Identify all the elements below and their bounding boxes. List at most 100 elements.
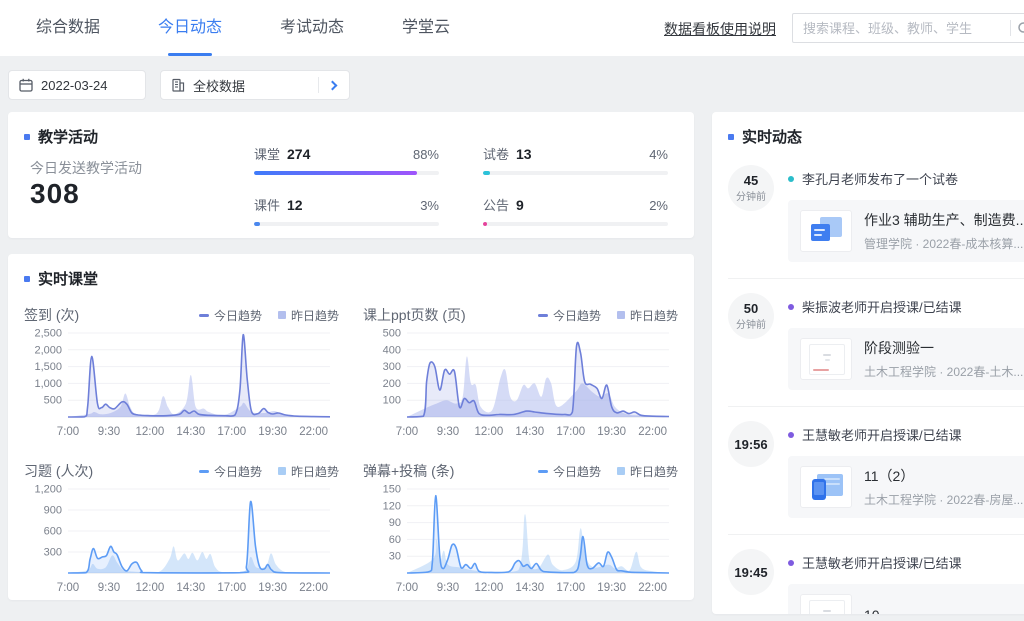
building-icon bbox=[171, 78, 185, 92]
teaching-activity-panel: 教学活动 今日发送教学活动 308 课堂27488%试卷134%课件123%公告… bbox=[8, 112, 694, 238]
legend-yesterday[interactable]: 昨日趋势 bbox=[278, 463, 339, 480]
chart-legend: 今日趋势昨日趋势 bbox=[199, 463, 339, 480]
svg-text:14:30: 14:30 bbox=[176, 426, 205, 438]
legend-yesterday[interactable]: 昨日趋势 bbox=[617, 307, 678, 324]
event-dot-icon bbox=[788, 304, 794, 310]
scope-value: 全校数据 bbox=[193, 76, 245, 95]
panel-title-text: 教学活动 bbox=[38, 126, 98, 147]
svg-text:9:30: 9:30 bbox=[98, 426, 120, 438]
svg-text:2,500: 2,500 bbox=[34, 328, 62, 340]
search-icon[interactable] bbox=[1011, 21, 1024, 36]
timeline-resource-card[interactable]: 10 bbox=[788, 584, 1024, 614]
svg-text:9:30: 9:30 bbox=[437, 426, 459, 438]
chart-legend: 今日趋势昨日趋势 bbox=[199, 307, 339, 324]
timeline-divider bbox=[728, 406, 1024, 407]
legend-square-marker bbox=[278, 467, 286, 475]
svg-text:1,200: 1,200 bbox=[34, 484, 62, 496]
svg-text:7:00: 7:00 bbox=[396, 582, 418, 594]
realtime-feed-title: 实时动态 bbox=[712, 112, 1024, 147]
search-input[interactable] bbox=[793, 21, 1010, 36]
scope-divider bbox=[318, 77, 319, 93]
timeline-resource-card[interactable]: 阶段测验一土木工程学院 · 2022春-土木... bbox=[788, 328, 1024, 390]
title-bullet bbox=[24, 276, 30, 282]
tab-today-activity[interactable]: 今日动态 bbox=[158, 0, 222, 56]
event-dot-icon bbox=[788, 560, 794, 566]
timeline-event-text: 李孔月老师发布了一个试卷 bbox=[788, 169, 1024, 188]
tab-xuetang-cloud[interactable]: 学堂云 bbox=[402, 0, 450, 56]
date-picker[interactable]: 2022-03-24 bbox=[8, 70, 146, 100]
svg-text:17:00: 17:00 bbox=[217, 582, 246, 594]
chart-checkin: 签到 (次)今日趋势昨日趋势5001,0001,5002,0002,5007:0… bbox=[24, 299, 339, 445]
chart-title: 签到 (次) bbox=[24, 305, 79, 325]
svg-text:12:00: 12:00 bbox=[135, 582, 164, 594]
realtime-classroom-title: 实时课堂 bbox=[8, 254, 694, 289]
timeline-divider bbox=[728, 278, 1024, 279]
legend-line-marker bbox=[538, 314, 548, 317]
svg-text:22:00: 22:00 bbox=[638, 582, 667, 594]
paper-docs-icon bbox=[800, 210, 852, 252]
chevron-right-icon bbox=[328, 80, 338, 90]
chart-exercises: 习题 (人次)今日趋势昨日趋势3006009001,2007:009:3012:… bbox=[24, 455, 339, 601]
svg-text:9:30: 9:30 bbox=[98, 582, 120, 594]
legend-today[interactable]: 今日趋势 bbox=[538, 463, 601, 480]
slide-red-line bbox=[813, 369, 829, 371]
activity-subtitle: 今日发送教学活动 bbox=[30, 158, 142, 178]
legend-line-marker bbox=[199, 470, 209, 473]
svg-text:7:00: 7:00 bbox=[57, 582, 79, 594]
timeline-resource-card[interactable]: 11（2）土木工程学院 · 2022春-房屋... bbox=[788, 456, 1024, 518]
svg-text:12:00: 12:00 bbox=[474, 582, 503, 594]
timeline-item: 45分钟前李孔月老师发布了一个试卷作业3 辅助生产、制造费...管理学院 · 2… bbox=[728, 157, 1024, 262]
svg-text:300: 300 bbox=[383, 361, 401, 373]
svg-text:500: 500 bbox=[383, 328, 401, 340]
svg-text:90: 90 bbox=[389, 517, 401, 529]
legend-line-marker bbox=[538, 470, 548, 473]
svg-text:17:00: 17:00 bbox=[556, 582, 585, 594]
legend-yesterday[interactable]: 昨日趋势 bbox=[617, 463, 678, 480]
timeline-resource-card[interactable]: 作业3 辅助生产、制造费...管理学院 · 2022春-成本核算... bbox=[788, 200, 1024, 262]
legend-yesterday[interactable]: 昨日趋势 bbox=[278, 307, 339, 324]
chart-title: 习题 (人次) bbox=[24, 461, 93, 481]
doc-line bbox=[814, 234, 822, 236]
chart-title: 课上ppt页数 (页) bbox=[363, 305, 466, 325]
legend-today[interactable]: 今日趋势 bbox=[199, 463, 262, 480]
svg-text:17:00: 17:00 bbox=[217, 426, 246, 438]
top-header: 综合数据 今日动态 考试动态 学堂云 数据看板使用说明 bbox=[0, 0, 1024, 56]
svg-text:12:00: 12:00 bbox=[474, 426, 503, 438]
timeline-item: 19:45王慧敏老师开启授课/已结课10 bbox=[728, 541, 1024, 614]
svg-text:120: 120 bbox=[383, 500, 401, 512]
svg-text:1,000: 1,000 bbox=[34, 378, 62, 390]
timeline-time-badge: 45分钟前 bbox=[728, 165, 774, 211]
panel-title-text: 实时动态 bbox=[742, 126, 802, 147]
global-search bbox=[792, 13, 1024, 43]
svg-text:14:30: 14:30 bbox=[515, 582, 544, 594]
dashboard-help-link[interactable]: 数据看板使用说明 bbox=[664, 19, 776, 39]
slide-mark bbox=[823, 610, 831, 612]
slide-blank-icon bbox=[800, 338, 852, 380]
tab-exam-activity[interactable]: 考试动态 bbox=[280, 0, 344, 56]
timeline-time-badge: 19:56 bbox=[728, 421, 774, 467]
tab-composite-data[interactable]: 综合数据 bbox=[36, 0, 100, 56]
activity-stats: 课堂27488%试卷134%课件123%公告92% bbox=[254, 144, 668, 226]
scope-selector[interactable]: 全校数据 bbox=[160, 70, 350, 100]
chart-danmu-posts: 弹幕+投稿 (条)今日趋势昨日趋势3060901201507:009:3012:… bbox=[363, 455, 678, 601]
svg-text:19:30: 19:30 bbox=[258, 582, 287, 594]
phone-screen bbox=[814, 482, 824, 495]
chart-canvas: 1002003004005007:009:3012:0014:3017:0019… bbox=[363, 327, 678, 445]
tablet-icon bbox=[800, 466, 852, 508]
legend-today[interactable]: 今日趋势 bbox=[538, 307, 601, 324]
realtime-classroom-panel: 实时课堂 签到 (次)今日趋势昨日趋势5001,0001,5002,0002,5… bbox=[8, 254, 694, 600]
realtime-feed-panel: 实时动态 45分钟前李孔月老师发布了一个试卷作业3 辅助生产、制造费...管理学… bbox=[712, 112, 1024, 614]
legend-today[interactable]: 今日趋势 bbox=[199, 307, 262, 324]
activity-stat-课堂: 课堂27488% bbox=[254, 144, 439, 175]
date-value: 2022-03-24 bbox=[41, 78, 108, 93]
chart-title: 弹幕+投稿 (条) bbox=[363, 461, 454, 481]
svg-text:7:00: 7:00 bbox=[57, 426, 79, 438]
svg-text:600: 600 bbox=[44, 526, 62, 538]
doc-line bbox=[814, 229, 825, 231]
chart-legend: 今日趋势昨日趋势 bbox=[538, 307, 678, 324]
chart-legend: 今日趋势昨日趋势 bbox=[538, 463, 678, 480]
legend-square-marker bbox=[617, 467, 625, 475]
svg-text:7:00: 7:00 bbox=[396, 426, 418, 438]
legend-line-marker bbox=[199, 314, 209, 317]
timeline-event-text: 王慧敏老师开启授课/已结课 bbox=[788, 425, 1024, 444]
